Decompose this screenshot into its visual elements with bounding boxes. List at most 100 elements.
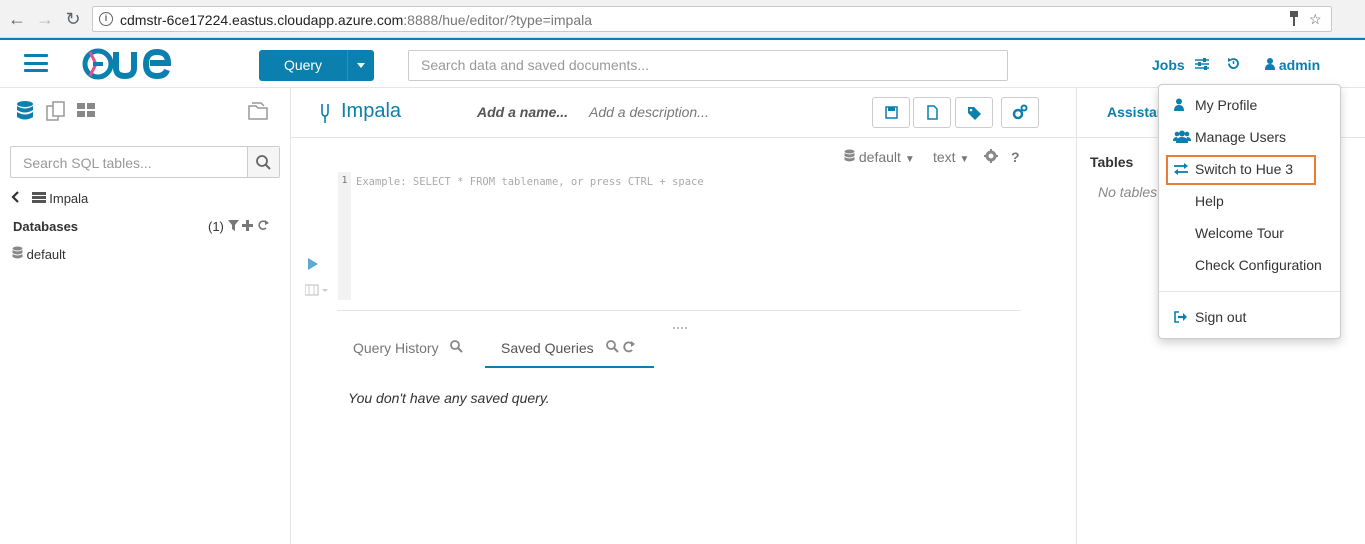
menu-item-label: Welcome Tour — [1195, 225, 1284, 241]
settings-button[interactable] — [1001, 97, 1039, 128]
database-selector[interactable]: default ▼ — [844, 149, 915, 165]
browser-toolbar: ← → ↻ i cdmstr-6ce17224.eastus.cloudapp.… — [0, 0, 1365, 38]
query-button-label: Query — [283, 57, 323, 73]
cogs-icon — [1012, 104, 1028, 120]
database-item-label: default — [26, 247, 66, 262]
editor-splitter[interactable] — [337, 310, 1021, 311]
menu-item-sign-out[interactable]: Sign out — [1159, 302, 1340, 332]
jobs-label: Jobs — [1152, 57, 1185, 73]
caret-down-icon: ▼ — [904, 154, 915, 165]
active-tab-indicator — [485, 366, 654, 368]
user-menu-toggle[interactable]: admin — [1265, 57, 1320, 73]
user-dropdown-menu: My Profile Manage Users Switch to Hue 3 … — [1158, 84, 1341, 339]
menu-item-label: Manage Users — [1195, 129, 1287, 145]
search-icon — [256, 155, 271, 170]
menu-item-help[interactable]: Help — [1159, 186, 1340, 216]
grid-apps-icon[interactable] — [76, 100, 96, 123]
gear-icon[interactable] — [984, 149, 998, 166]
source-breadcrumb[interactable]: Impala — [10, 191, 88, 206]
sign-out-icon — [1173, 310, 1189, 324]
hue-logo[interactable] — [82, 48, 182, 83]
history-icon[interactable] — [1227, 57, 1240, 73]
jobs-link[interactable]: Jobs — [1152, 57, 1209, 73]
menu-item-welcome-tour[interactable]: Welcome Tour — [1159, 218, 1340, 248]
play-icon[interactable] — [307, 258, 319, 273]
file-icon — [927, 105, 938, 120]
plus-icon[interactable] — [242, 219, 254, 234]
url-host: cdmstr-6ce17224.eastus.cloudapp.azure.co… — [120, 12, 404, 28]
editor-area: Impala Add a name... Add a description..… — [291, 88, 1076, 544]
users-icon — [1173, 130, 1191, 144]
hue-top-nav: Query Search data and saved documents...… — [0, 38, 1365, 88]
databases-heading: Databases — [13, 219, 79, 234]
save-button[interactable] — [872, 97, 910, 128]
menu-item-manage-users[interactable]: Manage Users — [1159, 122, 1340, 152]
tab-saved-queries-label: Saved Queries — [501, 340, 594, 356]
database-small-icon — [12, 246, 23, 262]
documents-icon[interactable] — [46, 100, 66, 125]
refresh-icon[interactable] — [257, 219, 269, 234]
address-bar[interactable]: i cdmstr-6ce17224.eastus.cloudapp.azure.… — [92, 6, 1332, 32]
query-description-field[interactable]: Add a description... — [589, 104, 709, 120]
sql-tables-search-placeholder: Search SQL tables... — [23, 155, 152, 171]
server-icon — [31, 191, 46, 206]
tags-icon — [968, 107, 981, 120]
resize-handle-icon[interactable] — [673, 318, 687, 329]
editor-header: Impala Add a name... Add a description..… — [291, 88, 1076, 138]
tab-saved-queries[interactable]: Saved Queries — [501, 340, 636, 356]
menu-item-label: Check Configuration — [1195, 257, 1322, 273]
sliders-icon — [1194, 57, 1209, 73]
menu-item-label: Help — [1195, 193, 1224, 209]
left-assist-panel: Search SQL tables... Impala Databases (1… — [0, 88, 291, 544]
query-dropdown-caret-icon[interactable] — [347, 50, 374, 81]
menu-item-check-configuration[interactable]: Check Configuration — [1159, 250, 1340, 280]
tables-heading: Tables — [1090, 154, 1134, 170]
format-selector-value: text — [933, 149, 956, 165]
snippet-options-icon[interactable] — [304, 284, 331, 299]
menu-item-my-profile[interactable]: My Profile — [1159, 90, 1340, 120]
tab-query-history-label: Query History — [353, 340, 439, 356]
menu-divider — [1159, 291, 1340, 292]
code-editor[interactable]: 1 Example: SELECT * FROM tablename, or p… — [338, 172, 1020, 300]
no-tables-message: No tables — [1098, 184, 1158, 200]
url-text: cdmstr-6ce17224.eastus.cloudapp.azure.co… — [120, 12, 592, 28]
databases-count: (1) — [208, 219, 224, 234]
refresh-icon[interactable] — [622, 340, 636, 356]
help-icon[interactable]: ? — [1011, 149, 1020, 165]
tags-button[interactable] — [955, 97, 993, 128]
tab-query-history[interactable]: Query History — [353, 340, 464, 356]
key-icon[interactable] — [1289, 11, 1299, 30]
search-button[interactable] — [247, 147, 279, 177]
bookmark-star-icon[interactable]: ☆ — [1309, 11, 1322, 28]
code-placeholder: Example: SELECT * FROM tablename, or pre… — [356, 176, 704, 188]
menu-item-label: My Profile — [1195, 97, 1258, 113]
hamburger-menu-icon[interactable] — [24, 54, 48, 72]
global-search-input[interactable]: Search data and saved documents... — [408, 50, 1008, 81]
folder-open-icon[interactable] — [247, 100, 271, 125]
save-icon — [885, 106, 898, 119]
format-selector[interactable]: text ▼ — [933, 149, 969, 165]
line-number: 1 — [338, 172, 351, 300]
impala-icon — [319, 102, 331, 127]
filter-icon[interactable] — [227, 219, 239, 234]
info-icon[interactable]: i — [99, 12, 113, 26]
search-icon[interactable] — [605, 340, 619, 356]
database-item[interactable]: default — [12, 246, 66, 262]
source-name: Impala — [49, 191, 89, 206]
user-icon — [1265, 57, 1275, 73]
search-icon[interactable] — [450, 340, 464, 356]
forward-icon[interactable]: → — [34, 8, 56, 30]
databases-toolbar: (1) — [208, 219, 269, 234]
database-icon[interactable] — [15, 100, 35, 125]
new-document-button[interactable] — [913, 97, 951, 128]
database-selector-icon — [844, 149, 855, 165]
query-button[interactable]: Query — [259, 50, 374, 81]
url-path: :8888/hue/editor/?type=impala — [403, 12, 593, 28]
menu-item-label: Sign out — [1195, 309, 1247, 325]
back-icon[interactable]: ← — [6, 8, 28, 30]
chevron-left-icon[interactable] — [10, 191, 20, 206]
reload-icon[interactable]: ↻ — [62, 8, 84, 30]
user-name: admin — [1278, 57, 1321, 73]
sql-tables-search[interactable]: Search SQL tables... — [10, 146, 280, 178]
query-name-field[interactable]: Add a name... — [477, 104, 568, 120]
